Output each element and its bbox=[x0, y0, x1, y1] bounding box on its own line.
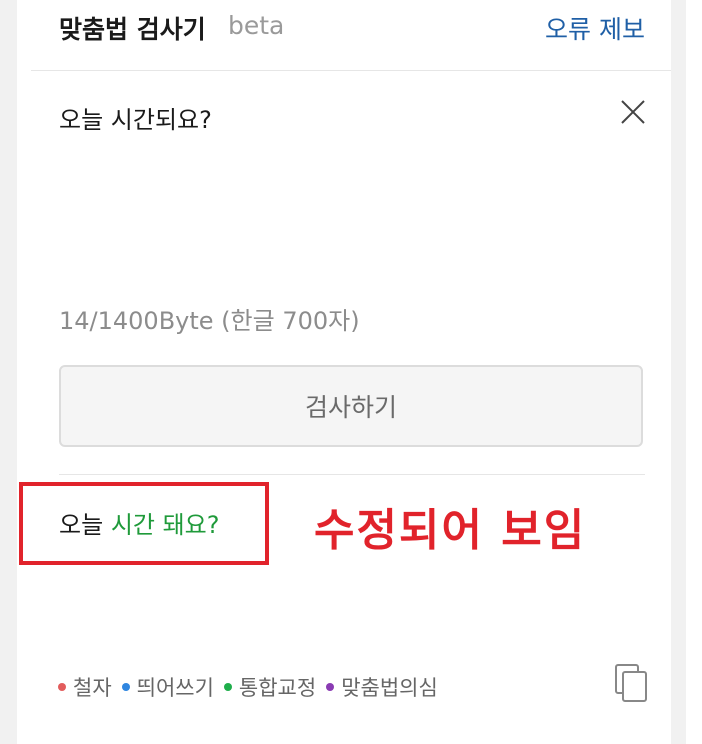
legend-dot-icon bbox=[58, 683, 66, 691]
legend-label: 철자 bbox=[73, 676, 112, 700]
annotation-label: 수정되어 보임 bbox=[314, 505, 587, 556]
check-button-label: 검사하기 bbox=[304, 393, 397, 422]
page-gutter-left bbox=[0, 0, 17, 744]
legend-label: 통합교정 bbox=[238, 676, 317, 700]
close-icon[interactable] bbox=[618, 97, 648, 127]
byte-counter: 14/1400Byte (한글 700자) bbox=[59, 307, 360, 335]
beta-badge: beta bbox=[228, 11, 285, 40]
highlight-box bbox=[19, 482, 269, 565]
legend: 철자 띄어쓰기 통합교정 맞춤법의심 bbox=[58, 672, 448, 702]
spell-checker-card: 맞춤법 검사기 beta 오류 제보 오늘 시간되요? 14/1400Byte … bbox=[31, 0, 671, 744]
page-title: 맞춤법 검사기 bbox=[59, 15, 206, 44]
input-textarea[interactable]: 오늘 시간되요? bbox=[59, 100, 212, 135]
legend-dot-icon bbox=[121, 683, 130, 691]
report-error-link[interactable]: 오류 제보 bbox=[545, 10, 645, 46]
check-button[interactable]: 검사하기 bbox=[59, 365, 643, 447]
legend-item: 맞춤법의심 bbox=[326, 672, 438, 702]
legend-label: 띄어쓰기 bbox=[136, 676, 214, 700]
copy-icon[interactable] bbox=[614, 663, 648, 703]
header: 맞춤법 검사기 beta 오류 제보 bbox=[31, 0, 671, 71]
divider bbox=[59, 474, 645, 475]
legend-dot-icon bbox=[223, 683, 232, 691]
legend-item: 철자 bbox=[58, 672, 112, 702]
legend-dot-icon bbox=[326, 683, 335, 691]
legend-item: 띄어쓰기 bbox=[121, 672, 214, 702]
legend-item: 통합교정 bbox=[223, 672, 317, 702]
legend-label: 맞춤법의심 bbox=[341, 676, 438, 700]
page-edge-right bbox=[686, 0, 702, 744]
